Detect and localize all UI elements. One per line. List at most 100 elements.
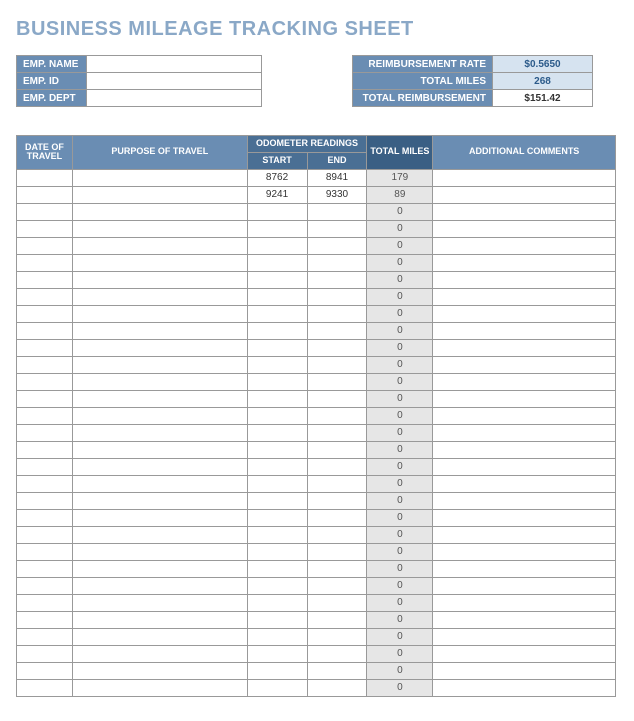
odo-end-cell[interactable] <box>307 628 367 645</box>
date-cell[interactable] <box>17 339 73 356</box>
odo-end-cell[interactable] <box>307 220 367 237</box>
purpose-cell[interactable] <box>72 322 247 339</box>
odo-end-cell[interactable] <box>307 645 367 662</box>
odo-end-cell[interactable] <box>307 203 367 220</box>
comments-cell[interactable] <box>433 543 616 560</box>
purpose-cell[interactable] <box>72 203 247 220</box>
purpose-cell[interactable] <box>72 441 247 458</box>
date-cell[interactable] <box>17 645 73 662</box>
odo-start-cell[interactable] <box>247 543 307 560</box>
odo-start-cell[interactable] <box>247 322 307 339</box>
purpose-cell[interactable] <box>72 645 247 662</box>
odo-end-cell[interactable] <box>307 271 367 288</box>
purpose-cell[interactable] <box>72 220 247 237</box>
comments-cell[interactable] <box>433 220 616 237</box>
odo-start-cell[interactable] <box>247 237 307 254</box>
date-cell[interactable] <box>17 458 73 475</box>
date-cell[interactable] <box>17 203 73 220</box>
comments-cell[interactable] <box>433 526 616 543</box>
odo-end-cell[interactable] <box>307 356 367 373</box>
emp-id-value[interactable] <box>87 73 262 90</box>
date-cell[interactable] <box>17 543 73 560</box>
purpose-cell[interactable] <box>72 594 247 611</box>
date-cell[interactable] <box>17 509 73 526</box>
comments-cell[interactable] <box>433 441 616 458</box>
date-cell[interactable] <box>17 288 73 305</box>
date-cell[interactable] <box>17 560 73 577</box>
comments-cell[interactable] <box>433 254 616 271</box>
comments-cell[interactable] <box>433 356 616 373</box>
odo-end-cell[interactable] <box>307 322 367 339</box>
comments-cell[interactable] <box>433 169 616 186</box>
comments-cell[interactable] <box>433 203 616 220</box>
odo-start-cell[interactable]: 9241 <box>247 186 307 203</box>
comments-cell[interactable] <box>433 186 616 203</box>
odo-start-cell[interactable] <box>247 645 307 662</box>
comments-cell[interactable] <box>433 339 616 356</box>
odo-end-cell[interactable] <box>307 237 367 254</box>
purpose-cell[interactable] <box>72 577 247 594</box>
odo-start-cell[interactable] <box>247 203 307 220</box>
date-cell[interactable] <box>17 662 73 679</box>
odo-start-cell[interactable] <box>247 254 307 271</box>
date-cell[interactable] <box>17 492 73 509</box>
date-cell[interactable] <box>17 322 73 339</box>
odo-start-cell[interactable] <box>247 577 307 594</box>
comments-cell[interactable] <box>433 373 616 390</box>
purpose-cell[interactable] <box>72 271 247 288</box>
date-cell[interactable] <box>17 254 73 271</box>
odo-start-cell[interactable] <box>247 390 307 407</box>
date-cell[interactable] <box>17 628 73 645</box>
date-cell[interactable] <box>17 356 73 373</box>
odo-start-cell[interactable] <box>247 628 307 645</box>
odo-start-cell[interactable] <box>247 492 307 509</box>
purpose-cell[interactable] <box>72 509 247 526</box>
odo-start-cell[interactable] <box>247 594 307 611</box>
comments-cell[interactable] <box>433 577 616 594</box>
comments-cell[interactable] <box>433 611 616 628</box>
odo-start-cell[interactable] <box>247 441 307 458</box>
comments-cell[interactable] <box>433 492 616 509</box>
purpose-cell[interactable] <box>72 526 247 543</box>
purpose-cell[interactable] <box>72 390 247 407</box>
odo-end-cell[interactable]: 9330 <box>307 186 367 203</box>
odo-start-cell[interactable] <box>247 560 307 577</box>
date-cell[interactable] <box>17 577 73 594</box>
date-cell[interactable] <box>17 611 73 628</box>
comments-cell[interactable] <box>433 560 616 577</box>
purpose-cell[interactable] <box>72 373 247 390</box>
purpose-cell[interactable] <box>72 186 247 203</box>
date-cell[interactable] <box>17 390 73 407</box>
purpose-cell[interactable] <box>72 407 247 424</box>
purpose-cell[interactable] <box>72 543 247 560</box>
odo-end-cell[interactable] <box>307 254 367 271</box>
odo-end-cell[interactable] <box>307 458 367 475</box>
odo-start-cell[interactable] <box>247 220 307 237</box>
comments-cell[interactable] <box>433 322 616 339</box>
purpose-cell[interactable] <box>72 424 247 441</box>
odo-end-cell[interactable]: 8941 <box>307 169 367 186</box>
odo-start-cell[interactable] <box>247 458 307 475</box>
comments-cell[interactable] <box>433 628 616 645</box>
date-cell[interactable] <box>17 237 73 254</box>
odo-end-cell[interactable] <box>307 407 367 424</box>
comments-cell[interactable] <box>433 679 616 696</box>
purpose-cell[interactable] <box>72 560 247 577</box>
comments-cell[interactable] <box>433 645 616 662</box>
date-cell[interactable] <box>17 271 73 288</box>
purpose-cell[interactable] <box>72 356 247 373</box>
odo-end-cell[interactable] <box>307 475 367 492</box>
odo-end-cell[interactable] <box>307 424 367 441</box>
purpose-cell[interactable] <box>72 475 247 492</box>
comments-cell[interactable] <box>433 271 616 288</box>
odo-end-cell[interactable] <box>307 339 367 356</box>
comments-cell[interactable] <box>433 509 616 526</box>
comments-cell[interactable] <box>433 407 616 424</box>
comments-cell[interactable] <box>433 305 616 322</box>
date-cell[interactable] <box>17 220 73 237</box>
odo-end-cell[interactable] <box>307 662 367 679</box>
odo-start-cell[interactable] <box>247 271 307 288</box>
date-cell[interactable] <box>17 679 73 696</box>
purpose-cell[interactable] <box>72 169 247 186</box>
date-cell[interactable] <box>17 407 73 424</box>
